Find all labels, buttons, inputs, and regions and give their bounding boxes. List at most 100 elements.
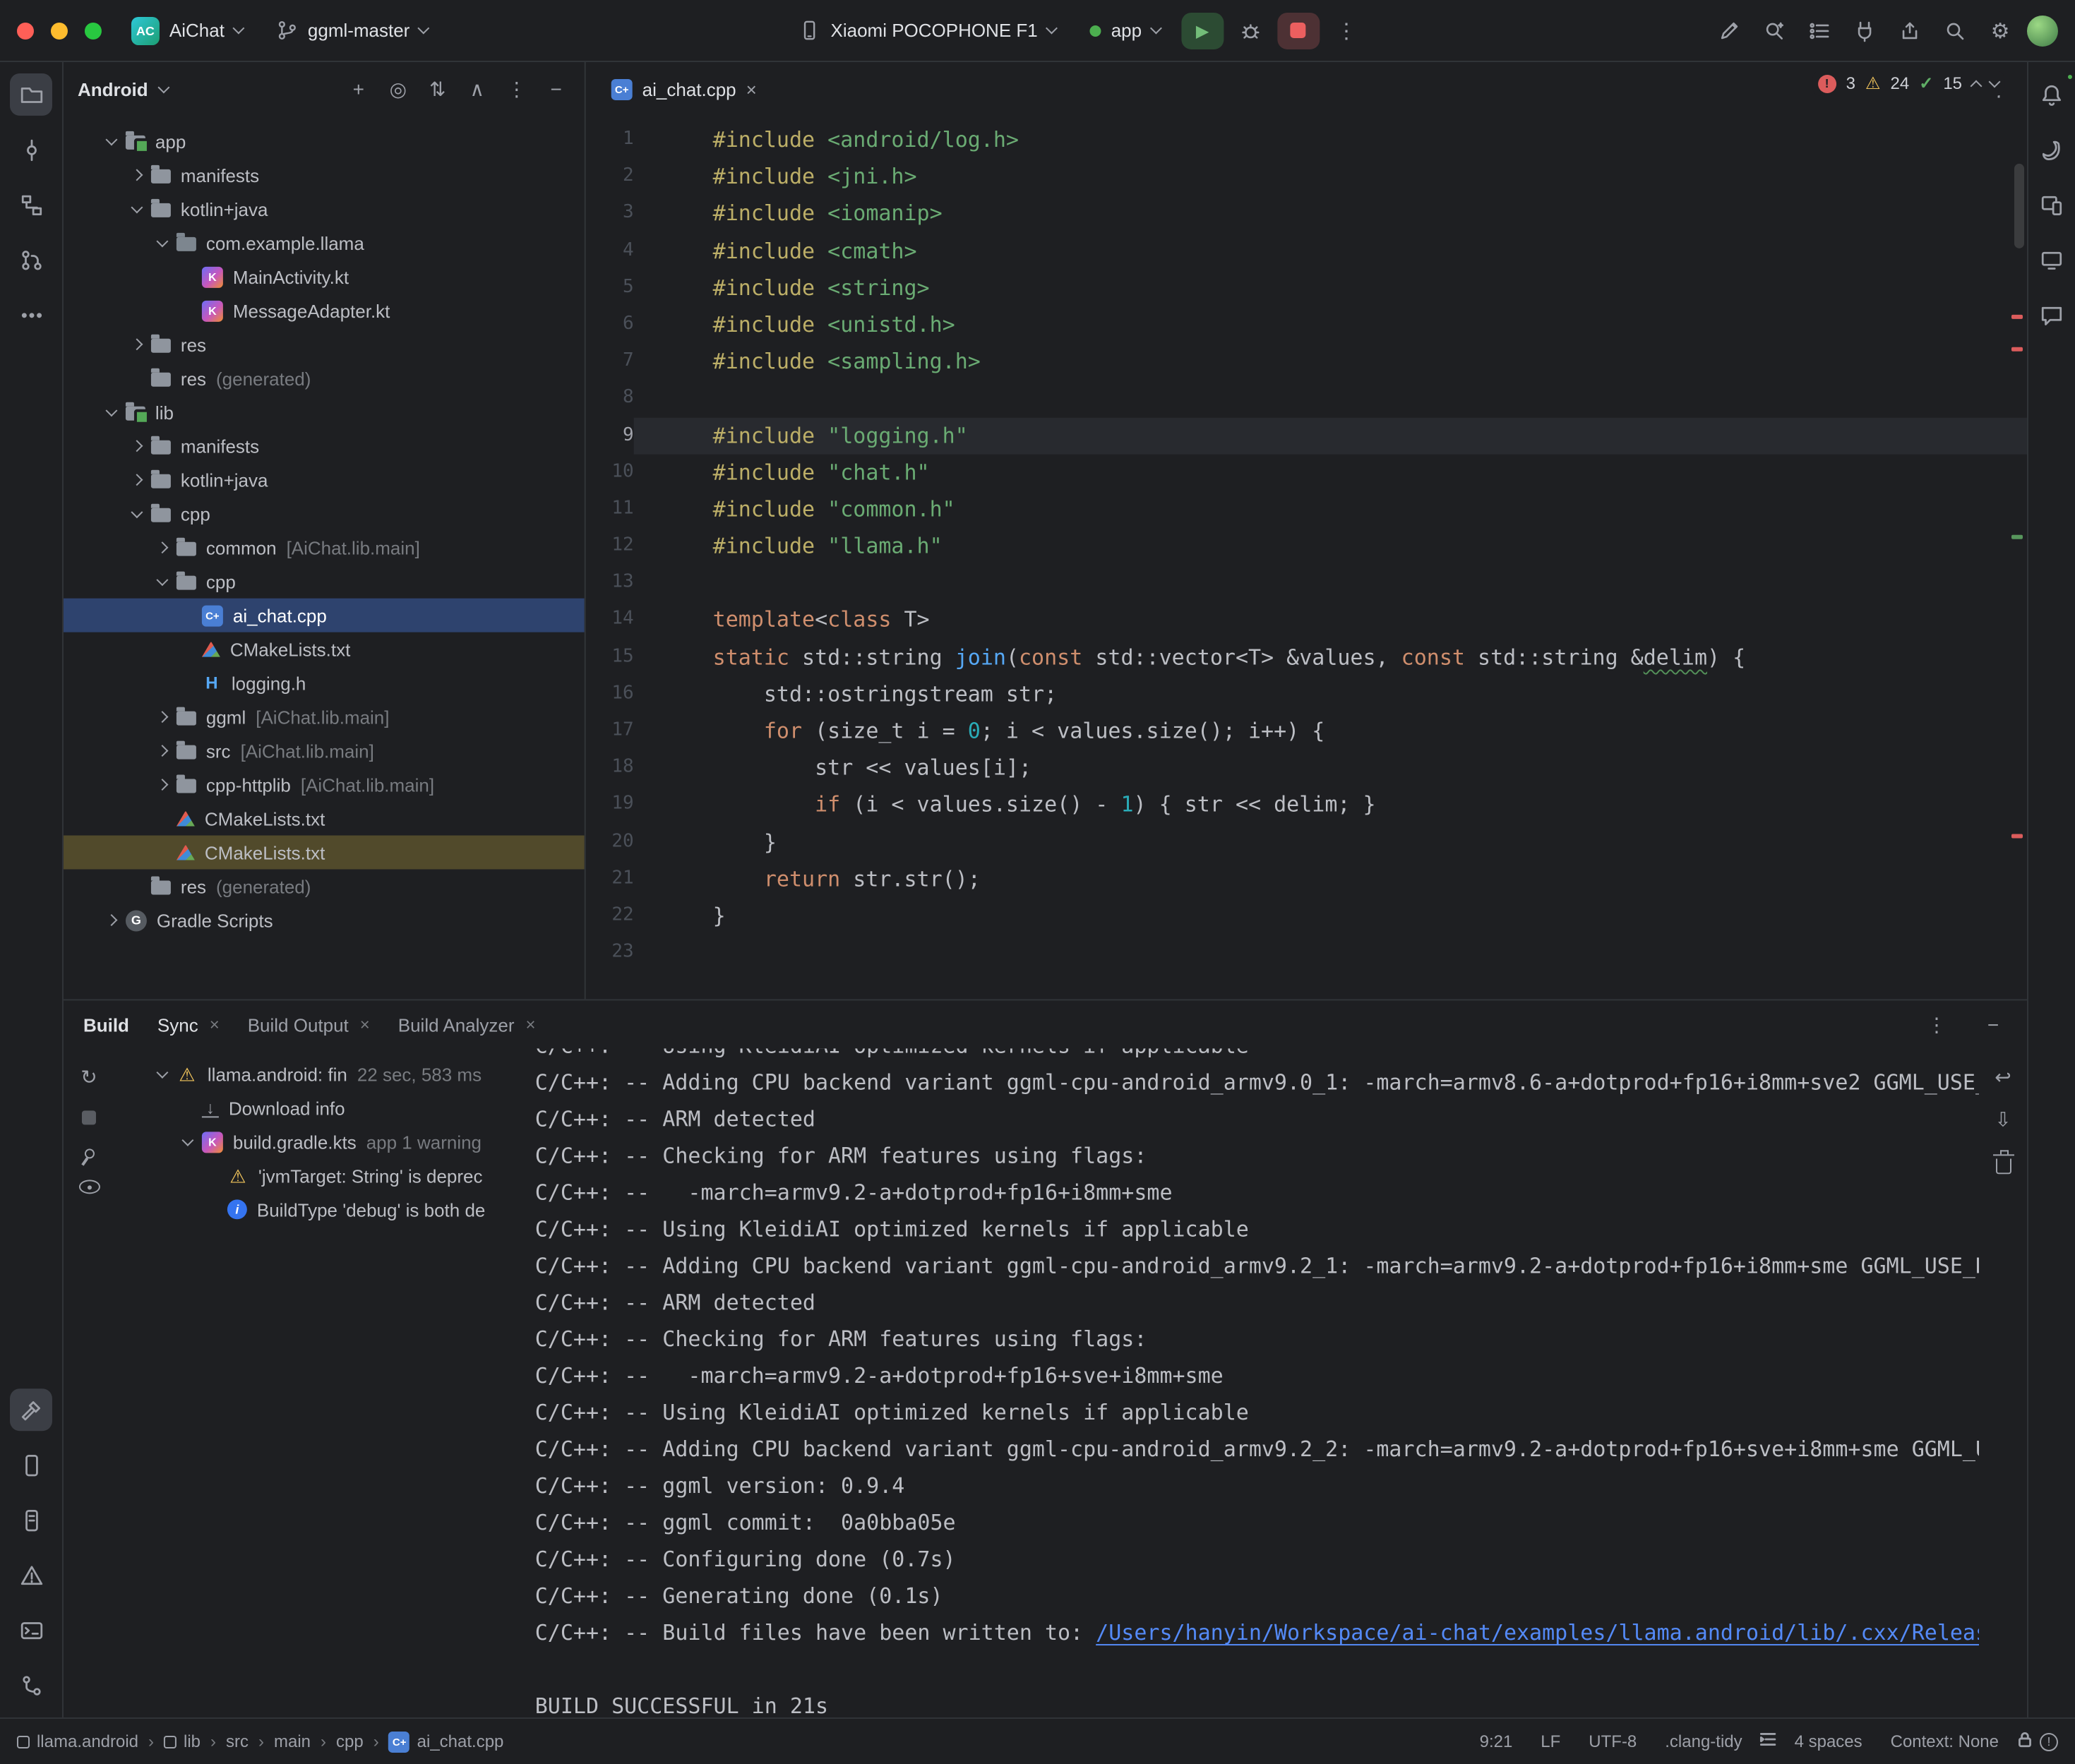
plugins-button[interactable] xyxy=(1846,12,1883,49)
project-item-src[interactable]: src[AiChat.lib.main] xyxy=(64,734,585,768)
window-minimize-button[interactable] xyxy=(51,22,68,39)
project-item-cpp[interactable]: cpp xyxy=(64,497,585,531)
project-item-logging-h[interactable]: Hlogging.h xyxy=(64,666,585,700)
device-explorer-tool-button[interactable] xyxy=(10,1444,52,1486)
line-number[interactable]: 12 xyxy=(586,528,634,565)
project-item-manifests[interactable]: manifests xyxy=(64,158,585,192)
scrollbar-thumb[interactable] xyxy=(2014,164,2024,248)
pin-icon[interactable] xyxy=(82,1147,95,1160)
project-item-kotlin-java[interactable]: kotlin+java xyxy=(64,192,585,226)
previous-problem-button[interactable] xyxy=(1971,79,1983,91)
line-number[interactable]: 14 xyxy=(586,602,634,639)
close-tab-icon[interactable]: × xyxy=(525,1014,535,1034)
build-item-buildtype-debug-is-both-de[interactable]: iBuildType 'debug' is both de xyxy=(114,1192,518,1226)
code-text[interactable]: #include "chat.h" xyxy=(634,454,2027,491)
breadcrumb-item-llama-android[interactable]: llama.android xyxy=(17,1732,138,1751)
line-number[interactable]: 1 xyxy=(586,121,634,158)
analysis-mark[interactable] xyxy=(2011,834,2023,839)
settings-button[interactable]: ⚙ xyxy=(1982,12,2019,49)
code-text[interactable]: #include <cmath> xyxy=(634,232,2027,269)
inspection-widget[interactable]: ! 3 ⚠ 24 ✓ 15 xyxy=(1812,71,2004,96)
run-configuration-selector[interactable]: app xyxy=(1077,14,1173,47)
problems-tool-button[interactable] xyxy=(10,1554,52,1596)
line-number[interactable]: 22 xyxy=(586,897,634,934)
chevron-down-icon[interactable] xyxy=(105,404,117,416)
analysis-mark[interactable] xyxy=(2011,315,2023,319)
notifications-button[interactable] xyxy=(2031,73,2073,116)
chevron-right-icon[interactable] xyxy=(156,779,168,791)
terminal-tool-button[interactable] xyxy=(10,1609,52,1651)
line-number[interactable]: 13 xyxy=(586,565,634,601)
status-indent-options[interactable] xyxy=(1759,1730,1778,1753)
line-number[interactable]: 11 xyxy=(586,491,634,527)
profile-avatar[interactable] xyxy=(2027,15,2058,46)
build-item-build-gradle-kts[interactable]: Kbuild.gradle.ktsapp 1 warning xyxy=(114,1124,518,1158)
line-number[interactable]: 20 xyxy=(586,824,634,860)
line-number[interactable]: 3 xyxy=(586,196,634,232)
debug-button[interactable] xyxy=(1232,12,1269,49)
project-item-res[interactable]: res(generated) xyxy=(64,870,585,904)
code-text[interactable]: #include <unistd.h> xyxy=(634,306,2027,343)
chevron-down-icon[interactable] xyxy=(131,200,143,212)
line-number[interactable]: 21 xyxy=(586,860,634,897)
chevron-right-icon[interactable] xyxy=(131,169,143,181)
soft-wrap-button[interactable]: ↩ xyxy=(1995,1065,2011,1089)
project-item-app[interactable]: app xyxy=(64,124,585,158)
code-text[interactable]: str << values[i]; xyxy=(634,750,2027,786)
chevron-right-icon[interactable] xyxy=(131,474,143,486)
commit-tool-button[interactable] xyxy=(10,128,52,171)
chevron-right-icon[interactable] xyxy=(131,338,143,350)
re-sync-button[interactable]: ↻ xyxy=(80,1065,97,1089)
line-number[interactable]: 19 xyxy=(586,786,634,823)
chevron-down-icon[interactable] xyxy=(105,133,117,145)
status-inspection-status[interactable]: ! xyxy=(2040,1732,2058,1751)
locate-file-button[interactable]: ◎ xyxy=(384,77,412,101)
breadcrumb-item-cpp[interactable]: cpp xyxy=(336,1732,364,1751)
status-encoding[interactable]: UTF-8 xyxy=(1577,1732,1648,1751)
build-item-llama-android-fin[interactable]: ⚠llama.android: fin22 sec, 583 ms xyxy=(114,1057,518,1091)
window-close-button[interactable] xyxy=(17,22,34,39)
line-number[interactable]: 9 xyxy=(586,417,634,454)
next-problem-button[interactable] xyxy=(1989,75,2001,87)
code-text[interactable]: #include <sampling.h> xyxy=(634,343,2027,380)
line-number[interactable]: 18 xyxy=(586,750,634,786)
project-item-kotlin-java[interactable]: kotlin+java xyxy=(64,463,585,497)
project-item-common[interactable]: common[AiChat.lib.main] xyxy=(64,531,585,565)
gradle-tool-button[interactable] xyxy=(2031,128,2073,171)
editor-tab-ai-chat-cpp[interactable]: C+ ai_chat.cpp × xyxy=(600,62,768,116)
chevron-right-icon[interactable] xyxy=(156,541,168,553)
line-number[interactable]: 17 xyxy=(586,713,634,750)
status-readonly-toggle[interactable] xyxy=(2016,1730,2034,1753)
hide-build-panel-button[interactable]: − xyxy=(1979,1013,2007,1036)
code-text[interactable]: #include <android/log.h> xyxy=(634,121,2027,158)
code-text[interactable]: std::ostringstream str; xyxy=(634,676,2027,712)
filter-view-button[interactable] xyxy=(78,1180,100,1194)
project-tool-button[interactable] xyxy=(10,73,52,116)
breadcrumb-item-src[interactable]: src xyxy=(226,1732,249,1751)
status-line-ending[interactable]: LF xyxy=(1529,1732,1572,1751)
code-area[interactable]: 1#include <android/log.h>2#include <jni.… xyxy=(586,116,2027,999)
collapse-all-button[interactable]: ∧ xyxy=(463,77,491,101)
ai-search-button[interactable] xyxy=(1756,12,1793,49)
stop-button[interactable] xyxy=(1277,12,1320,49)
chevron-down-icon[interactable] xyxy=(131,505,143,517)
ai-actions-button[interactable] xyxy=(1711,12,1747,49)
structure-tool-button[interactable] xyxy=(10,184,52,226)
hide-panel-button[interactable]: − xyxy=(542,78,570,100)
project-item-cmakelists-txt[interactable]: CMakeLists.txt xyxy=(64,836,585,870)
code-text[interactable] xyxy=(634,565,2027,601)
chevron-down-icon[interactable] xyxy=(156,573,168,585)
chevron-down-icon[interactable] xyxy=(181,1134,193,1146)
line-number[interactable]: 6 xyxy=(586,306,634,343)
more-run-options-button[interactable]: ⋮ xyxy=(1328,12,1365,49)
code-text[interactable]: } xyxy=(634,897,2027,934)
line-number[interactable]: 15 xyxy=(586,639,634,676)
add-button[interactable]: + xyxy=(345,78,373,100)
project-item-cmakelists-txt[interactable]: CMakeLists.txt xyxy=(64,632,585,666)
project-item-ai-chat-cpp[interactable]: C+ai_chat.cpp xyxy=(64,599,585,632)
search-everywhere-button[interactable] xyxy=(1937,12,1973,49)
status-indent-size[interactable]: 4 spaces xyxy=(1783,1732,1874,1751)
project-item-gradle-scripts[interactable]: GGradle Scripts xyxy=(64,903,585,937)
tab-build-analyzer[interactable]: Build Analyzer× xyxy=(398,1014,536,1035)
build-options-button[interactable]: ⋮ xyxy=(1922,1012,1951,1036)
